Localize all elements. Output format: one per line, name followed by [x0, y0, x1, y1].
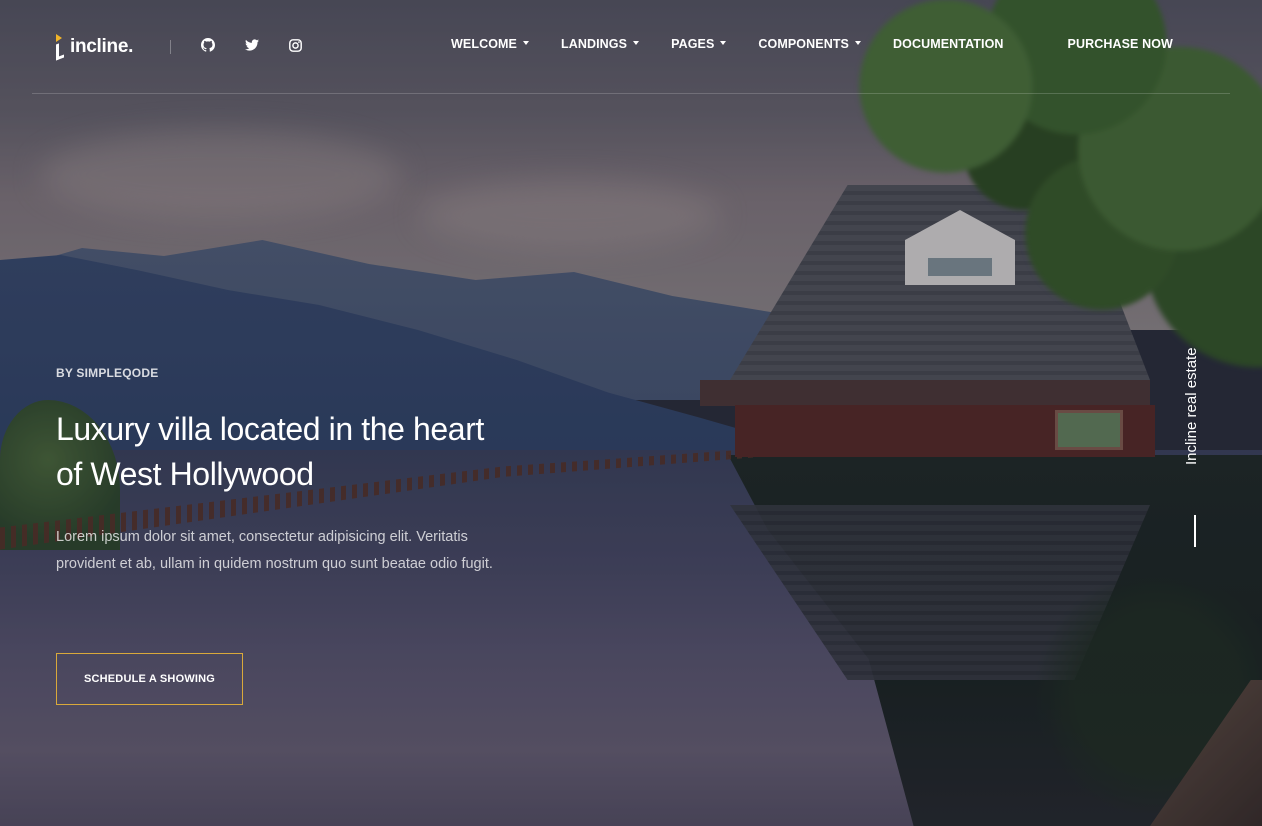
- purchase-now-button[interactable]: PURCHASE NOW: [1068, 37, 1173, 51]
- nav-item-label: WELCOME: [451, 37, 517, 51]
- nav-item-label: LANDINGS: [560, 37, 628, 51]
- site-header: incline. WELCOME LANDINGS PAGES COMPONEN…: [32, 0, 1230, 94]
- chevron-down-icon: [855, 41, 861, 45]
- nav-item-welcome[interactable]: WELCOME: [451, 37, 529, 51]
- github-icon[interactable]: [200, 37, 216, 53]
- brand-logo[interactable]: incline.: [56, 34, 134, 61]
- side-divider-line: [1194, 515, 1196, 547]
- purchase-now-label: PURCHASE NOW: [1067, 37, 1173, 51]
- nav-item-landings[interactable]: LANDINGS: [560, 37, 640, 51]
- nav-item-label: PAGES: [671, 37, 715, 51]
- main-nav: WELCOME LANDINGS PAGES COMPONENTS DOCUME…: [451, 37, 1173, 51]
- logo-mark-icon: [56, 34, 66, 61]
- chevron-down-icon: [720, 41, 727, 45]
- instagram-icon[interactable]: [287, 37, 303, 53]
- hero-eyebrow: BY SIMPLEQODE: [56, 366, 159, 380]
- logo-divider: [170, 40, 171, 54]
- nav-item-components[interactable]: COMPONENTS: [758, 37, 861, 51]
- brand-name: incline.: [70, 36, 134, 57]
- nav-item-pages[interactable]: PAGES: [671, 37, 727, 51]
- chevron-down-icon: [633, 41, 640, 45]
- schedule-showing-button[interactable]: SCHEDULE A SHOWING: [56, 653, 243, 705]
- nav-item-label: COMPONENTS: [758, 37, 849, 51]
- hero-description: Lorem ipsum dolor sit amet, consectetur …: [56, 529, 493, 572]
- hero-headline: Luxury villa located in the heart of Wes…: [56, 411, 484, 492]
- side-label: Incline real estate: [1183, 347, 1200, 465]
- twitter-icon[interactable]: [244, 37, 260, 53]
- nav-item-label: DOCUMENTATION: [893, 37, 1004, 51]
- nav-item-documentation[interactable]: DOCUMENTATION: [893, 37, 1004, 51]
- chevron-down-icon: [522, 41, 529, 45]
